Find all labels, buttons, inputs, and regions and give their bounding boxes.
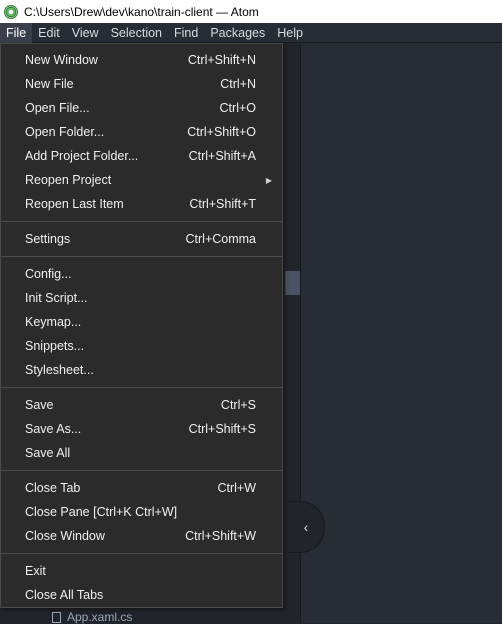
file-icon: [52, 611, 61, 623]
editor-pane[interactable]: [300, 43, 502, 623]
menu-separator: [1, 470, 282, 471]
menu-item-new-window[interactable]: New Window Ctrl+Shift+N: [1, 48, 282, 72]
atom-logo-icon[interactable]: [4, 4, 18, 19]
menu-separator: [1, 256, 282, 257]
menu-item-label: Open Folder...: [25, 125, 105, 139]
menu-item-label: Save: [25, 398, 54, 412]
menu-separator: [1, 221, 282, 222]
menu-item-save-all[interactable]: Save All: [1, 441, 282, 465]
chevron-right-icon: ▶: [265, 175, 272, 185]
menu-item-label: Config...: [25, 267, 72, 281]
menu-item-close-tab[interactable]: Close Tab Ctrl+W: [1, 476, 282, 500]
tree-file-label: App.xaml.cs: [67, 610, 133, 624]
menu-find[interactable]: Find: [168, 23, 204, 43]
menu-item-label: Reopen Last Item: [25, 197, 124, 211]
menu-item-shortcut: Ctrl+O: [219, 101, 256, 115]
menu-item-label: Reopen Project: [25, 173, 112, 187]
menu-item-reopen-last-item[interactable]: Reopen Last Item Ctrl+Shift+T: [1, 192, 282, 216]
tree-file-item[interactable]: App.xaml.cs: [52, 610, 132, 624]
menu-help[interactable]: Help: [271, 23, 309, 43]
menu-file[interactable]: File: [0, 22, 33, 43]
menu-item-label: Snippets...: [25, 339, 85, 353]
menu-item-label: Open File...: [25, 101, 90, 115]
menu-item-label: Close Pane [Ctrl+K Ctrl+W]: [25, 505, 178, 519]
menu-item-save[interactable]: Save Ctrl+S: [1, 393, 282, 417]
window-title: C:\Users\Drew\dev\kano\train-client — At…: [24, 4, 259, 19]
menu-item-label: Close Window: [25, 529, 105, 543]
menu-separator: [1, 553, 282, 554]
menu-item-reopen-project[interactable]: Reopen Project ▶: [1, 168, 282, 192]
menu-item-label: Keymap...: [25, 315, 82, 329]
menu-bar: File Edit View Selection Find Packages H…: [0, 22, 502, 43]
menu-selection[interactable]: Selection: [105, 23, 168, 43]
menu-item-shortcut: Ctrl+Shift+N: [187, 53, 256, 67]
menu-item-label: Exit: [25, 564, 46, 578]
menu-item-add-project-folder[interactable]: Add Project Folder... Ctrl+Shift+A: [1, 144, 282, 168]
menu-item-shortcut: Ctrl+Shift+T: [189, 197, 256, 211]
menu-item-close-all-tabs[interactable]: Close All Tabs: [1, 583, 282, 607]
menu-item-stylesheet[interactable]: Stylesheet...: [1, 358, 282, 382]
title-bar: C:\Users\Drew\dev\kano\train-client — At…: [0, 0, 502, 23]
menu-separator: [1, 387, 282, 388]
menu-item-exit[interactable]: Exit: [1, 559, 282, 583]
menu-item-label: Save As...: [25, 422, 82, 436]
menu-item-label: New Window: [25, 53, 98, 67]
menu-view[interactable]: View: [66, 23, 105, 43]
menu-item-shortcut: Ctrl+Shift+O: [187, 125, 256, 139]
menu-item-label: Stylesheet...: [25, 363, 94, 377]
menu-item-save-as[interactable]: Save As... Ctrl+Shift+S: [1, 417, 282, 441]
menu-item-shortcut: Ctrl+Shift+S: [188, 422, 256, 436]
menu-item-snippets[interactable]: Snippets...: [1, 334, 282, 358]
menu-item-label: Settings: [25, 232, 71, 246]
menu-item-init-script[interactable]: Init Script...: [1, 286, 282, 310]
menu-item-close-pane[interactable]: Close Pane [Ctrl+K Ctrl+W]: [1, 500, 282, 524]
menu-item-label: Close All Tabs: [25, 588, 104, 602]
menu-item-shortcut: Ctrl+W: [217, 481, 256, 495]
menu-item-config[interactable]: Config...: [1, 262, 282, 286]
menu-item-label: Save All: [25, 446, 71, 460]
menu-item-new-file[interactable]: New File Ctrl+N: [1, 72, 282, 96]
chevron-left-icon: ‹: [303, 519, 309, 535]
menu-edit[interactable]: Edit: [32, 23, 66, 43]
menu-packages[interactable]: Packages: [204, 23, 271, 43]
menu-item-open-file[interactable]: Open File... Ctrl+O: [1, 96, 282, 120]
menu-item-shortcut: Ctrl+Shift+A: [188, 149, 256, 163]
menu-item-label: Add Project Folder...: [25, 149, 139, 163]
menu-item-shortcut: Ctrl+N: [220, 77, 256, 91]
menu-item-label: Init Script...: [25, 291, 88, 305]
menu-item-label: Close Tab: [25, 481, 81, 495]
tree-scrollbar-thumb[interactable]: [285, 271, 300, 295]
file-menu-dropdown: New Window Ctrl+Shift+N New File Ctrl+N …: [0, 43, 283, 608]
menu-item-close-window[interactable]: Close Window Ctrl+Shift+W: [1, 524, 282, 548]
menu-item-shortcut: Ctrl+Comma: [185, 232, 257, 246]
menu-item-keymap[interactable]: Keymap...: [1, 310, 282, 334]
menu-item-label: New File: [25, 77, 74, 91]
menu-item-open-folder[interactable]: Open Folder... Ctrl+Shift+O: [1, 120, 282, 144]
menu-item-shortcut: Ctrl+Shift+W: [185, 529, 256, 543]
menu-item-settings[interactable]: Settings Ctrl+Comma: [1, 227, 282, 251]
menu-item-shortcut: Ctrl+S: [220, 398, 256, 412]
